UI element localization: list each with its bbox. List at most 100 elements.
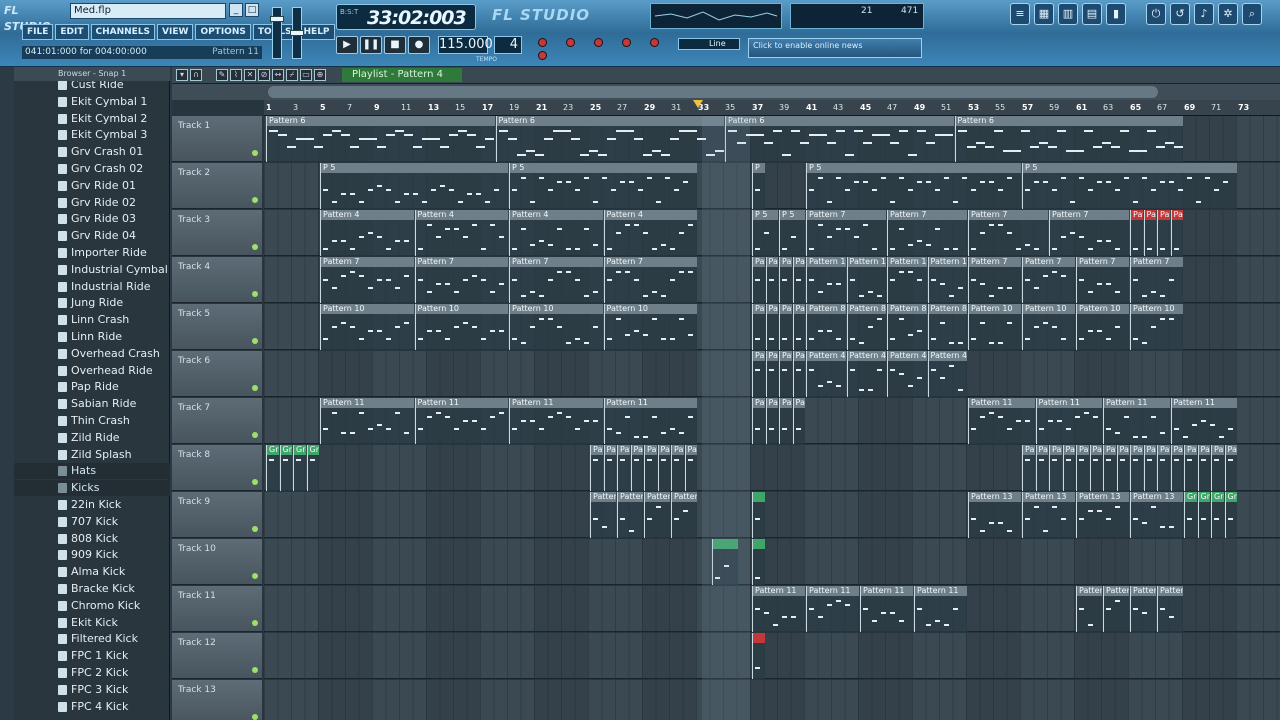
browser-item[interactable]: Industrial Ride (14, 279, 170, 295)
track-enable-led[interactable] (252, 714, 258, 720)
pattern-clip[interactable]: Pattern 11 (509, 398, 603, 444)
pattern-clip[interactable]: Pattern 4 (1170, 210, 1183, 256)
pattern-clip[interactable]: Pattern 6 (954, 116, 1183, 162)
pattern-clip[interactable]: Pattern 13 (1130, 492, 1183, 538)
pattern-clip[interactable]: Pattern 10 (779, 304, 792, 350)
pattern-clip[interactable]: Pattern 20 (1103, 586, 1129, 632)
pattern-clip[interactable]: Pattern 7 (603, 257, 697, 303)
track-header[interactable]: Track 2 (172, 163, 262, 209)
pattern-clip[interactable]: Gross B...lope (1211, 492, 1224, 538)
pattern-clip[interactable]: Pattern 4 (806, 351, 846, 397)
pattern-clip[interactable]: Pattern 13 (671, 492, 697, 538)
browser-item[interactable]: FPC 1 Kick (14, 648, 170, 664)
track-header[interactable]: Track 5 (172, 304, 262, 350)
menu-file[interactable]: FILE (22, 24, 54, 40)
track-enable-led[interactable] (252, 620, 258, 626)
pattern-clip[interactable]: Pattern 10 (1022, 304, 1075, 350)
track-lane[interactable]: Pattern 6 Pattern 6 Pattern 6 Pattern 6 (264, 116, 1280, 162)
playhead-marker[interactable] (693, 100, 703, 108)
pattern-clip[interactable]: P 5 (509, 163, 697, 209)
track-lane[interactable]: Pattern 11 Pattern 11 Pattern 11 Pattern 11… (264, 586, 1280, 632)
browser-item[interactable]: Cust Ride (14, 81, 170, 93)
pencil-icon[interactable]: ✎ (216, 69, 228, 81)
pattern-clip[interactable]: Pattern 10 (806, 257, 846, 303)
track-enable-led[interactable] (252, 526, 258, 532)
menu-channels[interactable]: CHANNELS (90, 24, 156, 40)
pattern-clip[interactable]: Gross B...lope (1197, 492, 1210, 538)
pattern-clip[interactable]: Pattern 10 (752, 304, 765, 350)
pattern-clip[interactable]: Gross B...lope (1224, 492, 1237, 538)
track-enable-led[interactable] (252, 479, 258, 485)
pattern-clip[interactable]: Pattern 4 (792, 398, 805, 444)
mute-icon[interactable]: ⊘ (258, 69, 270, 81)
track-header[interactable]: Track 4 (172, 257, 262, 303)
online-news-panel[interactable]: Click to enable online news (748, 38, 922, 58)
pattern-clip[interactable]: P (752, 163, 765, 209)
menu-edit[interactable]: EDIT (55, 24, 89, 40)
track-lane[interactable]: Pattern 7Pattern 7Pattern 7Pattern 7Patt… (264, 257, 1280, 303)
track-lane[interactable]: Pattern 13Pattern 13Pattern 13Pattern 13… (264, 492, 1280, 538)
pattern-clip[interactable]: Pattern 12 (657, 445, 670, 491)
magnet-icon[interactable]: ∩ (190, 69, 202, 81)
track-header[interactable]: Track 6 (172, 351, 262, 397)
master-pitch-slider[interactable] (290, 7, 304, 59)
pattern-clip[interactable]: Pattern 6 (495, 116, 724, 162)
power-icon[interactable]: ⏻ (1146, 3, 1166, 25)
pattern-clip[interactable]: Pattern 4 (414, 210, 508, 256)
pattern-clip[interactable]: Pattern 19 (1143, 445, 1156, 491)
browser-item[interactable]: Grv Ride 02 (14, 195, 170, 211)
pattern-clip[interactable]: Pattern 10 (320, 304, 414, 350)
undo-icon[interactable]: ↺ (1170, 3, 1190, 25)
pattern-clip[interactable]: Pattern 10 (927, 257, 967, 303)
browser-item[interactable]: Jung Ride (14, 295, 170, 311)
pattern-clip[interactable]: Pattern 13 (644, 492, 670, 538)
track-enable-led[interactable] (252, 291, 258, 297)
pattern-clip[interactable]: Patt...21 (1211, 445, 1224, 491)
master-volume-slider[interactable] (270, 7, 284, 59)
pattern-clip[interactable]: Pattern 8 (927, 304, 967, 350)
pattern-clip[interactable]: Pattern 13 (1022, 492, 1075, 538)
pattern-clip[interactable]: Pattern 7 (968, 210, 1048, 256)
record-button[interactable]: ● (408, 36, 430, 54)
browser-item[interactable]: Ekit Kick (14, 615, 170, 631)
pattern-clip[interactable]: Pattern 8 (779, 351, 792, 397)
pattern-clip[interactable]: Pattern 12 (644, 445, 657, 491)
pattern-clip[interactable]: Pattern 11 (752, 586, 805, 632)
pattern-clip[interactable]: Pattern 4 (1143, 210, 1156, 256)
switch-led[interactable] (622, 38, 631, 47)
browser-item[interactable]: Zild Ride (14, 430, 170, 446)
browser-item[interactable]: Grv Crash 02 (14, 161, 170, 177)
pitch-knob[interactable] (290, 30, 304, 36)
browser-item[interactable]: 808 Kick (14, 531, 170, 547)
pattern-clip[interactable]: Pattern 13 (968, 492, 1021, 538)
pattern-clip[interactable]: Pattern 4 (779, 398, 792, 444)
pattern-clip[interactable]: Pattern 7 (765, 257, 778, 303)
switch-led[interactable] (650, 38, 659, 47)
pattern-clip[interactable]: Pattern 10 (887, 257, 927, 303)
browser-item[interactable]: Pap Ride (14, 379, 170, 395)
pattern-clip[interactable]: P 5 (752, 210, 778, 256)
browser-item[interactable]: Chromo Kick (14, 598, 170, 614)
pattern-clip[interactable]: Pattern 20 (1076, 586, 1102, 632)
pattern-clip[interactable]: Pattern 4 (320, 210, 414, 256)
track-header[interactable]: Track 12 (172, 633, 262, 679)
browser-item[interactable]: 909 Kick (14, 547, 170, 563)
tempo-display[interactable]: 115.000 (438, 36, 493, 54)
browser-item[interactable]: Zild Splash (14, 447, 170, 463)
pattern-clip[interactable]: Pattern 10 (603, 304, 697, 350)
track-lane[interactable] (264, 633, 1280, 679)
pattern-clip[interactable]: Pattern 12 (1022, 445, 1035, 491)
switch-led[interactable] (538, 51, 547, 60)
pattern-clip[interactable]: Pattern 10 (414, 304, 508, 350)
pattern-clip[interactable]: Pattern 11 (603, 398, 697, 444)
pattern-clip[interactable] (752, 539, 765, 585)
browser-item[interactable]: Grv Ride 04 (14, 228, 170, 244)
timeline-ruler[interactable]: 1 3 5 7 9 11 13 15 17 19 21 23 25 27 29 31 33 35 37 39 41 43 4… (264, 100, 1280, 116)
track-lane[interactable] (264, 539, 1280, 585)
pattern-clip[interactable]: Gross B...lope (266, 445, 279, 491)
pattern-clip[interactable]: Pattern 7 (1049, 210, 1129, 256)
pattern-clip[interactable]: Pattern 11 (860, 586, 913, 632)
browser-folder[interactable]: Hats (14, 463, 170, 480)
pattern-clip[interactable]: Pattern 7 (1022, 257, 1075, 303)
pattern-clip[interactable]: Pattern 10 (1076, 304, 1129, 350)
